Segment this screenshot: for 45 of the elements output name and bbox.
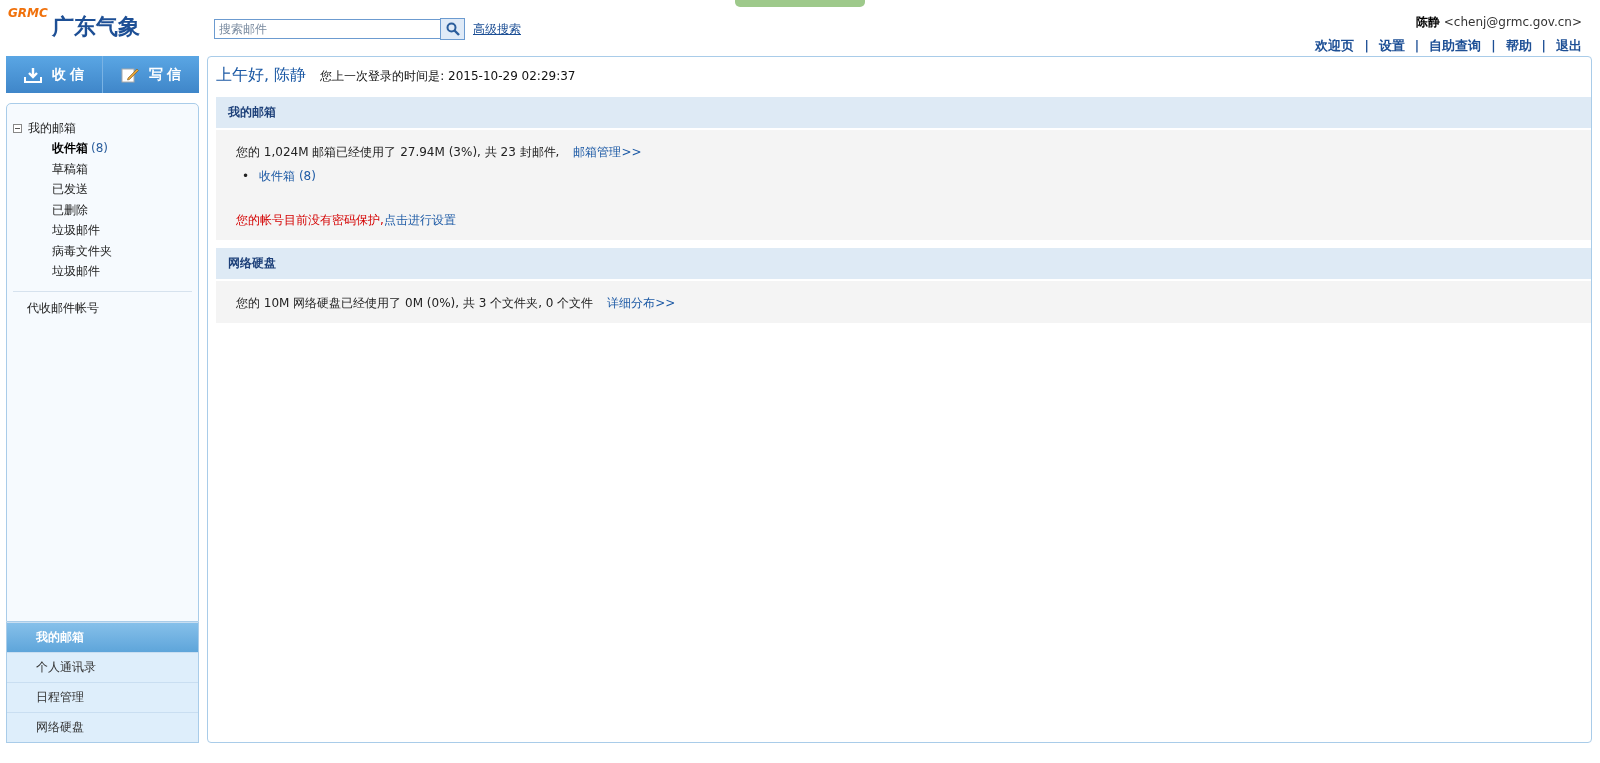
collapse-icon[interactable] [13,123,22,133]
external-account-link[interactable]: 代收邮件帐号 [13,300,99,315]
disk-usage-text: 您的 10M 网络硬盘已经使用了 0M (0%), 共 3 个文件夹, 0 个文件 [236,296,594,310]
nav-link[interactable]: 设置 [1378,37,1405,55]
search-field[interactable]: 搜索邮件 [214,19,440,39]
security-warning: 您的帐号目前没有密码保护, [236,213,384,227]
nav-separator: | [1491,39,1496,53]
nav-link[interactable]: 欢迎页 [1315,37,1355,55]
search-button[interactable] [440,18,465,40]
unread-count: (8) [91,141,108,155]
logo-mark: GRMC [8,6,48,20]
folder-item[interactable]: 草稿箱 [52,161,88,176]
folder-link[interactable]: 收件箱 (8) [259,169,316,183]
disk-detail-link[interactable]: 详细分布>> [607,296,676,310]
sidebar-tab[interactable]: 个人通讯录 [7,652,198,682]
user-name: 陈静 [1415,15,1440,29]
user-email: <chenj@grmc.gov.cn> [1443,15,1582,29]
nav-link[interactable]: 退出 [1556,37,1582,55]
tree-root-label[interactable]: 我的邮箱 [28,118,76,138]
security-setup-link[interactable]: 点击进行设置 [383,213,456,227]
nav-separator: | [1364,39,1369,53]
sidebar-tab[interactable]: 日程管理 [7,682,198,712]
nav-separator: | [1414,39,1420,53]
folder-item[interactable]: 垃圾邮件 [52,223,100,237]
mailbox-usage-text: 您的 1,024M 邮箱已经使用了 27.94M (3%), 共 23 封邮件, [236,145,560,159]
edit-icon [120,66,139,83]
folder-item[interactable]: 已删除 [52,202,88,217]
folder-item[interactable]: 垃圾邮件 [52,264,100,278]
sidebar-tab[interactable]: 网络硬盘 [7,712,198,742]
folder-item[interactable]: 收件箱 [52,141,88,155]
folder-item[interactable]: 已发送 [52,182,88,196]
download-icon [23,66,42,83]
nav-link[interactable]: 帮助 [1505,37,1532,55]
greeting: 上午好, 陈静 [216,65,307,86]
section-header: 网络硬盘 [216,248,1591,279]
logo-title: 广东气象 [51,13,140,41]
last-login-text: 您上一次登录的时间是: 2015-10-29 02:29:37 [320,68,576,85]
advanced-search-link[interactable]: 高级搜索 [473,20,521,38]
section-header: 我的邮箱 [216,97,1591,128]
search-icon [445,22,460,36]
nav-separator: | [1541,39,1546,53]
folder-item[interactable]: 病毒文件夹 [52,243,112,258]
mailbox-manage-link[interactable]: 邮箱管理>> [573,145,642,159]
nav-link[interactable]: 自助查询 [1429,37,1482,55]
list-bullet: • [242,169,250,183]
